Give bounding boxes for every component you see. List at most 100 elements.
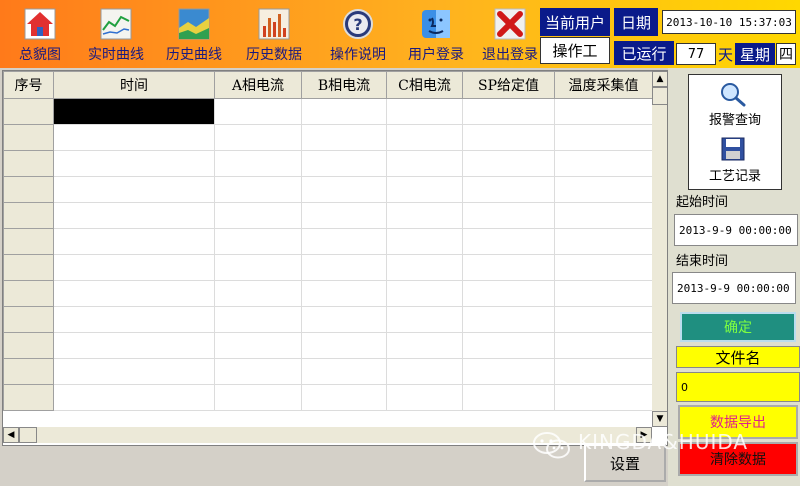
table-cell[interactable]	[386, 176, 463, 203]
table-cell[interactable]	[386, 150, 463, 177]
history-curve-button[interactable]: 历史曲线	[156, 0, 232, 68]
table-cell[interactable]	[53, 124, 215, 151]
table-cell[interactable]	[386, 280, 463, 307]
table-cell[interactable]	[53, 98, 215, 125]
table-row[interactable]	[3, 384, 653, 411]
table-cell[interactable]	[214, 254, 302, 281]
vertical-scroll-thumb[interactable]	[652, 87, 667, 105]
table-cell[interactable]	[462, 384, 555, 411]
table-cell[interactable]	[53, 228, 215, 255]
row-header-cell[interactable]	[3, 306, 54, 333]
row-header-cell[interactable]	[3, 228, 54, 255]
table-cell[interactable]	[386, 228, 463, 255]
col-header-index[interactable]: 序号	[3, 71, 54, 99]
table-cell[interactable]	[554, 176, 653, 203]
table-cell[interactable]	[554, 332, 653, 359]
row-header-cell[interactable]	[3, 202, 54, 229]
table-cell[interactable]	[214, 306, 302, 333]
table-cell[interactable]	[53, 176, 215, 203]
table-cell[interactable]	[554, 98, 653, 125]
table-cell[interactable]	[301, 124, 387, 151]
table-cell[interactable]	[554, 306, 653, 333]
table-cell[interactable]	[301, 384, 387, 411]
table-cell[interactable]	[554, 150, 653, 177]
row-header-cell[interactable]	[3, 176, 54, 203]
table-row[interactable]	[3, 228, 653, 255]
user-login-button[interactable]: 用户登录	[398, 0, 474, 68]
table-cell[interactable]	[301, 176, 387, 203]
confirm-button[interactable]: 确定	[680, 312, 796, 342]
table-row[interactable]	[3, 176, 653, 203]
table-cell[interactable]	[301, 332, 387, 359]
filename-input[interactable]: 0	[676, 372, 800, 402]
row-header-cell[interactable]	[3, 280, 54, 307]
table-cell[interactable]	[53, 254, 215, 281]
horizontal-scroll-thumb[interactable]	[19, 427, 37, 443]
end-time-input[interactable]: 2013-9-9 00:00:00	[672, 272, 796, 304]
process-record-button[interactable]: 工艺记录	[689, 133, 781, 189]
table-cell[interactable]	[53, 358, 215, 385]
table-cell[interactable]	[462, 280, 555, 307]
alarm-query-button[interactable]: 报警查询	[689, 75, 781, 131]
table-cell[interactable]	[53, 332, 215, 359]
row-header-cell[interactable]	[3, 98, 54, 125]
table-cell[interactable]	[301, 228, 387, 255]
table-cell[interactable]	[301, 254, 387, 281]
scroll-up-arrow-icon[interactable]: ▲	[652, 71, 667, 87]
table-cell[interactable]	[214, 176, 302, 203]
col-header-b-current[interactable]: B相电流	[301, 71, 387, 99]
table-cell[interactable]	[53, 150, 215, 177]
table-cell[interactable]	[214, 358, 302, 385]
table-cell[interactable]	[214, 332, 302, 359]
table-row[interactable]	[3, 306, 653, 333]
table-cell[interactable]	[462, 124, 555, 151]
col-header-c-current[interactable]: C相电流	[386, 71, 463, 99]
instructions-button[interactable]: ? 操作说明	[320, 0, 396, 68]
table-row[interactable]	[3, 254, 653, 281]
table-cell[interactable]	[554, 124, 653, 151]
row-header-cell[interactable]	[3, 384, 54, 411]
table-row[interactable]	[3, 358, 653, 385]
table-row[interactable]	[3, 332, 653, 359]
row-header-cell[interactable]	[3, 332, 54, 359]
table-cell[interactable]	[554, 228, 653, 255]
history-data-button[interactable]: 历史数据	[236, 0, 312, 68]
table-cell[interactable]	[462, 98, 555, 125]
table-cell[interactable]	[301, 202, 387, 229]
table-cell[interactable]	[386, 332, 463, 359]
overview-button[interactable]: 总貌图	[2, 0, 78, 68]
table-cell[interactable]	[53, 280, 215, 307]
table-cell[interactable]	[462, 150, 555, 177]
table-cell[interactable]	[554, 280, 653, 307]
col-header-sp-setpoint[interactable]: SP给定值	[462, 71, 555, 99]
table-cell[interactable]	[214, 124, 302, 151]
table-cell[interactable]	[462, 358, 555, 385]
table-cell[interactable]	[462, 332, 555, 359]
table-cell[interactable]	[301, 280, 387, 307]
table-row[interactable]	[3, 280, 653, 307]
table-cell[interactable]	[386, 254, 463, 281]
table-cell[interactable]	[53, 202, 215, 229]
vertical-scrollbar[interactable]: ▲ ▼	[652, 71, 667, 427]
table-cell[interactable]	[386, 202, 463, 229]
table-cell[interactable]	[301, 358, 387, 385]
table-cell[interactable]	[462, 202, 555, 229]
table-cell[interactable]	[554, 254, 653, 281]
table-cell[interactable]	[386, 358, 463, 385]
col-header-time[interactable]: 时间	[53, 71, 215, 99]
table-cell[interactable]	[301, 150, 387, 177]
table-row[interactable]	[3, 124, 653, 151]
row-header-cell[interactable]	[3, 124, 54, 151]
row-header-cell[interactable]	[3, 254, 54, 281]
table-cell[interactable]	[386, 384, 463, 411]
table-cell[interactable]	[554, 202, 653, 229]
table-cell[interactable]	[462, 306, 555, 333]
start-time-input[interactable]: 2013-9-9 00:00:00	[674, 214, 798, 246]
table-cell[interactable]	[462, 254, 555, 281]
table-cell[interactable]	[554, 358, 653, 385]
scroll-down-arrow-icon[interactable]: ▼	[652, 411, 667, 427]
row-header-cell[interactable]	[3, 358, 54, 385]
table-cell[interactable]	[53, 384, 215, 411]
table-row[interactable]	[3, 98, 653, 125]
table-cell[interactable]	[53, 306, 215, 333]
